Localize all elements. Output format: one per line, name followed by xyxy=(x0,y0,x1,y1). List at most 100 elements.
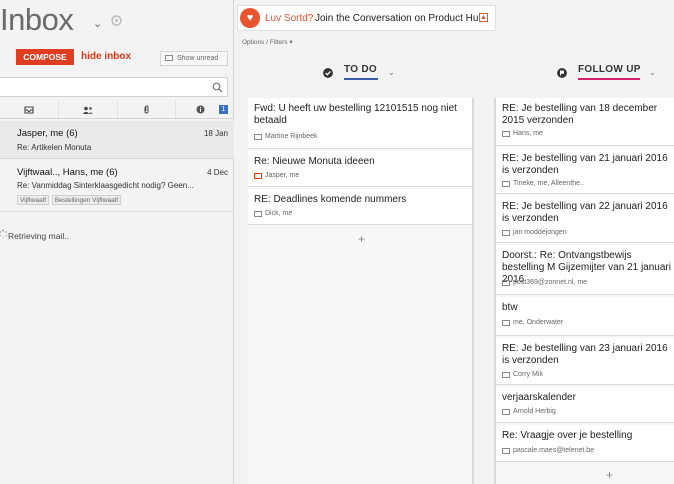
card-people: Dick, me xyxy=(254,210,292,217)
card-people-text: post369@zonnet.nl, me xyxy=(513,279,588,286)
add-card-button[interactable]: + xyxy=(358,232,365,246)
page-title: Inbox xyxy=(0,2,74,37)
list-item[interactable]: Vijftwaal.., Hans, me (6) 4 Dec Re: Vanm… xyxy=(0,159,234,212)
card-title: RE: Deadlines komende nummers xyxy=(254,194,407,205)
envelope-icon xyxy=(502,131,510,137)
envelope-icon xyxy=(502,372,510,378)
card-people: pascale.maes@telenet.be xyxy=(502,447,594,454)
options-label: Options / Filters xyxy=(242,39,288,46)
list-item[interactable]: Jasper, me (6) 18 Jan Re: Artikelen Monu… xyxy=(0,121,234,159)
unread-count-badge: 1 xyxy=(219,105,228,114)
card[interactable]: Re: Vraagje over je bestelling pascale.m… xyxy=(496,425,674,462)
card-people-text: Arnold Herbig xyxy=(513,408,556,415)
card-people: Arnold Herbig xyxy=(502,408,556,415)
filter-info[interactable]: 1 xyxy=(176,101,234,118)
envelope-icon xyxy=(502,280,510,286)
card[interactable]: Re: Nieuwe Monuta ideeen Jasper, me xyxy=(248,151,472,187)
add-card-button[interactable]: + xyxy=(606,468,613,482)
card-title: RE: Je bestelling van 18 december 2015 v… xyxy=(502,103,658,126)
inbox-tray-icon xyxy=(24,105,34,114)
people-icon xyxy=(82,106,93,114)
hide-inbox-link[interactable]: hide inbox xyxy=(81,51,131,62)
card[interactable]: btw me, Onderwater xyxy=(496,297,674,336)
search-input[interactable] xyxy=(0,77,228,97)
product-hunt-icon: ▲ xyxy=(479,13,488,22)
status-text: Retrieving mail.. xyxy=(8,231,69,241)
card-people: Corry Mik xyxy=(502,371,543,378)
kanban-board: TO DO ⌄ FOLLOW UP ⌄ Fwd: U heeft uw best… xyxy=(237,50,674,484)
card-people: post369@zonnet.nl, me xyxy=(502,279,587,286)
promo-banner[interactable]: ♥ Luv Sortd? Join the Conversation on Pr… xyxy=(237,5,496,31)
card-title: RE: Je bestelling van 21 januari 2016 is… xyxy=(502,153,668,176)
mail-date: 18 Jan xyxy=(203,129,228,138)
filter-bar: 1 xyxy=(0,101,234,119)
column-underline xyxy=(578,78,640,80)
card-people: Jasper, me xyxy=(254,172,299,179)
mail-sender: Jasper, me (6) xyxy=(17,128,78,139)
options-filters-menu[interactable]: Options / Filters ▾ xyxy=(242,38,293,46)
card-title: verjaarskalender xyxy=(502,392,576,403)
column-title: TO DO xyxy=(344,64,377,75)
card-people-text: Dick, me xyxy=(265,210,293,217)
card[interactable]: RE: Je bestelling van 21 januari 2016 is… xyxy=(496,148,674,194)
card-title: Re: Nieuwe Monuta ideeen xyxy=(254,156,375,167)
chevron-down-icon[interactable]: ⌄ xyxy=(388,68,395,77)
paperclip-icon xyxy=(144,105,149,114)
tag-label[interactable]: Bestellingen Vijftwaalf xyxy=(51,195,122,205)
column-title: FOLLOW UP xyxy=(578,64,641,75)
check-circle-icon xyxy=(323,68,333,78)
card-people-text: me, Onderwater xyxy=(513,319,564,326)
envelope-icon xyxy=(502,320,510,326)
mail-subject: Re: Vanmiddag Sinterklaasgedicht nodig? … xyxy=(17,181,194,190)
envelope-icon xyxy=(254,211,262,217)
mail-date: 4 Dec xyxy=(207,168,228,177)
envelope-icon xyxy=(502,448,510,454)
compose-button[interactable]: COMPOSE xyxy=(16,49,74,65)
tag-label[interactable]: Vijftwaalf xyxy=(17,195,49,205)
card[interactable]: RE: Je bestelling van 22 januari 2016 is… xyxy=(496,196,674,243)
card[interactable]: verjaarskalender Arnold Herbig xyxy=(496,387,674,423)
card-title: Re: Vraagje over je bestelling xyxy=(502,430,633,441)
heart-icon: ♥ xyxy=(240,8,260,28)
card[interactable]: Doorst.: Re: Ontvangstbewijs bestelling … xyxy=(496,245,674,295)
card-people-text: Jasper, me xyxy=(265,172,300,179)
card-people-text: Hans, me xyxy=(513,130,543,137)
chevron-down-icon[interactable]: ⌄ xyxy=(93,17,102,30)
column-header-todo[interactable]: TO DO xyxy=(344,64,378,80)
show-unread-label: Show unread xyxy=(177,55,219,62)
refresh-icon[interactable] xyxy=(110,14,123,27)
card-people: Martine Rijnbeek xyxy=(254,133,318,140)
promo-text: Join the Conversation on Product Hunt xyxy=(315,13,487,24)
filter-inbox[interactable] xyxy=(0,101,59,118)
card[interactable]: RE: Je bestelling van 18 december 2015 v… xyxy=(496,98,674,146)
mail-sender: Vijftwaal.., Hans, me (6) xyxy=(17,167,118,178)
chevron-down-icon[interactable]: ⌄ xyxy=(649,68,656,77)
envelope-icon xyxy=(502,409,510,415)
column-header-follow-up[interactable]: FOLLOW UP xyxy=(578,64,641,80)
inbox-pane: Inbox ⌄ COMPOSE hide inbox Show unread 1… xyxy=(0,0,234,484)
envelope-icon xyxy=(502,181,510,187)
card[interactable]: RE: Deadlines komende nummers Dick, me xyxy=(248,189,472,225)
search-icon[interactable] xyxy=(212,82,223,93)
column-underline xyxy=(344,78,378,80)
card-people-text: jan moddejongen xyxy=(513,229,567,236)
flag-circle-icon xyxy=(557,68,567,78)
promo-highlight: Luv Sortd? xyxy=(265,13,314,24)
card-title: Fwd: U heeft uw bestelling 12101515 nog … xyxy=(254,103,457,126)
envelope-icon xyxy=(254,134,262,140)
card[interactable]: RE: Je bestelling van 23 januari 2016 is… xyxy=(496,338,674,385)
filter-attachments[interactable] xyxy=(118,101,177,118)
card[interactable]: Fwd: U heeft uw bestelling 12101515 nog … xyxy=(248,98,472,149)
card-people: jan moddejongen xyxy=(502,229,567,236)
column-todo: Fwd: U heeft uw bestelling 12101515 nog … xyxy=(248,98,474,484)
filter-people[interactable] xyxy=(59,101,118,118)
show-unread-button[interactable]: Show unread xyxy=(160,51,228,66)
envelope-icon xyxy=(254,173,262,179)
card-people: Tineke, me, Alleenthe.. xyxy=(502,180,584,187)
card-people-text: Corry Mik xyxy=(513,371,543,378)
card-title: btw xyxy=(502,302,518,313)
card-people-text: Martine Rijnbeek xyxy=(265,133,318,140)
envelope-icon xyxy=(502,230,510,236)
mail-tags: Vijftwaalf Bestellingen Vijftwaalf xyxy=(17,195,124,205)
card-people-text: pascale.maes@telenet.be xyxy=(513,447,595,454)
